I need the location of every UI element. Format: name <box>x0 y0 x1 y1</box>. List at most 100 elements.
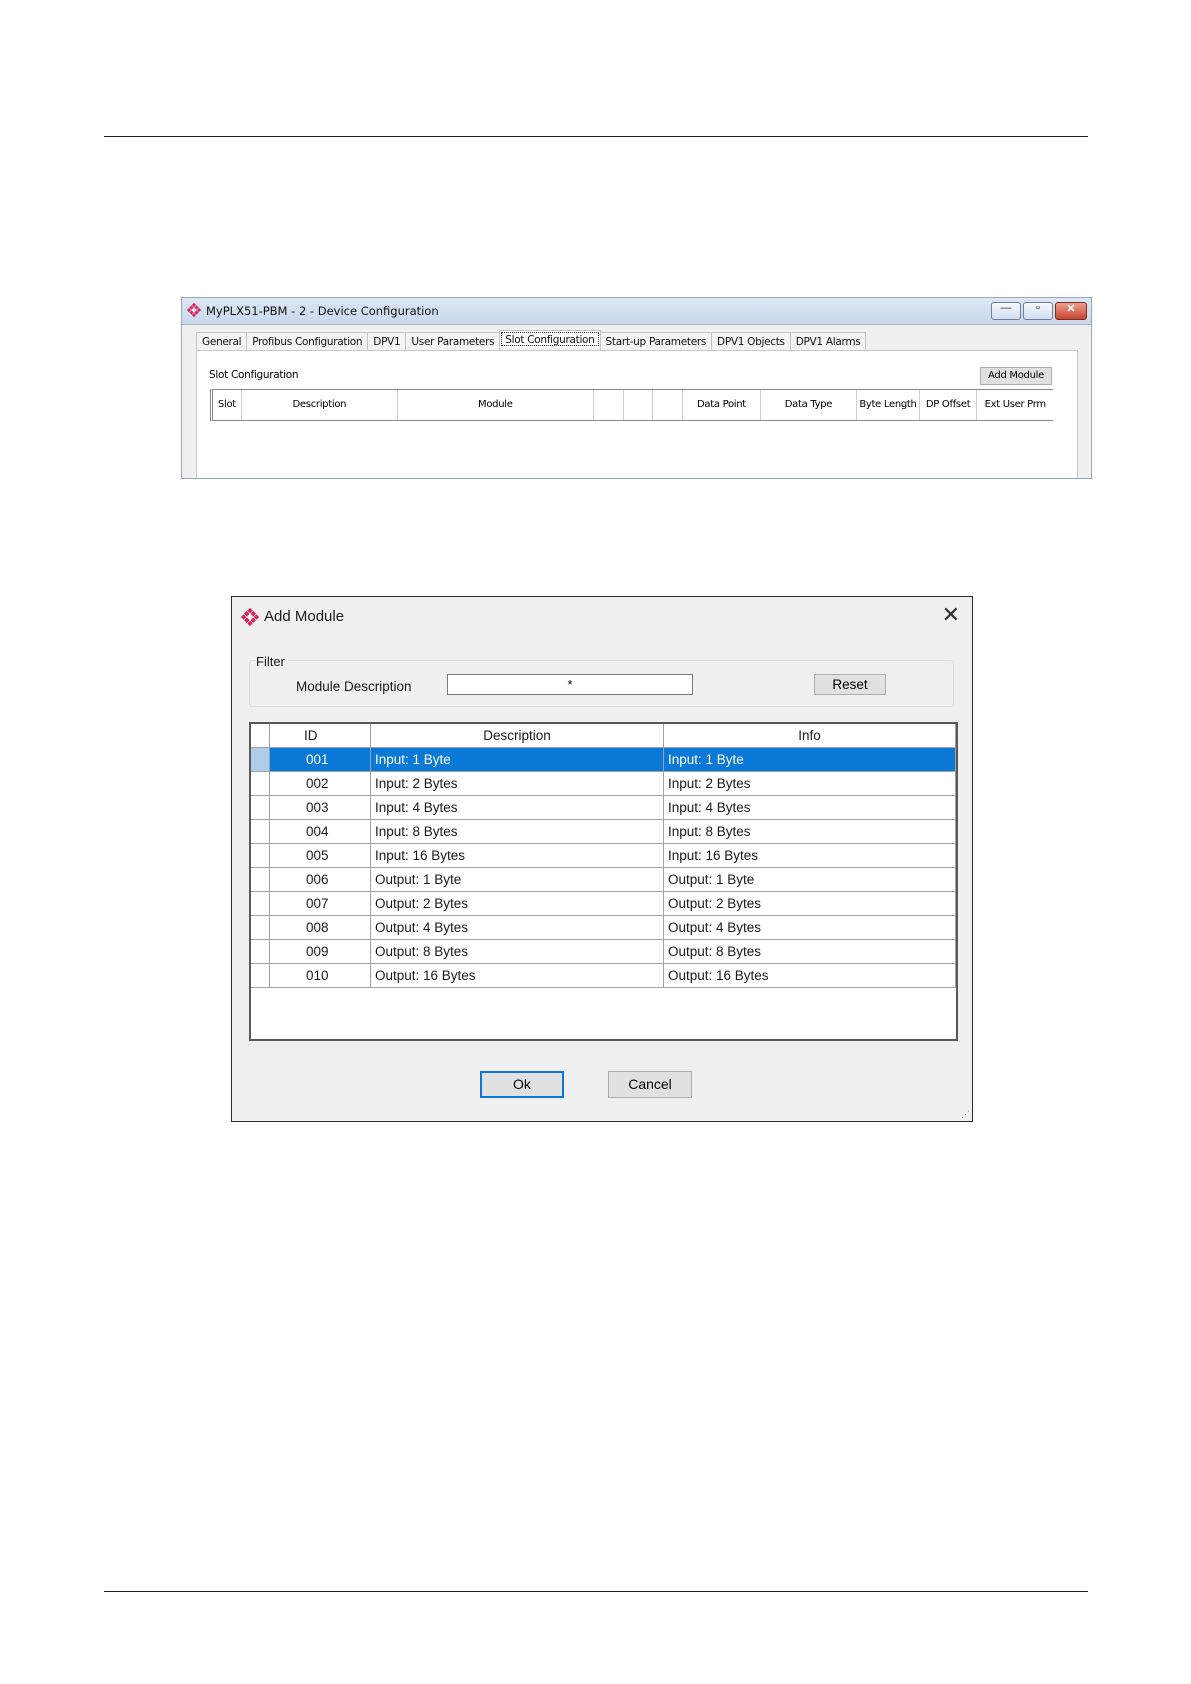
tab-start-up-parameters[interactable]: Start-up Parameters <box>599 332 713 350</box>
close-icon: ✕ <box>1066 303 1076 315</box>
module-grid: ID Description Info 001 Input: 1 Byte Inpu… <box>249 722 958 1041</box>
maximize-button[interactable]: ▫ <box>1023 302 1053 320</box>
cell-id[interactable]: 005 <box>270 844 371 867</box>
tab-dpv1-objects[interactable]: DPV1 Objects <box>711 332 791 350</box>
cell-description[interactable]: Output: 16 Bytes <box>371 964 664 987</box>
title-bar[interactable]: MyPLX51-PBM - 2 - Device Configuration —… <box>182 298 1091 325</box>
window-title: MyPLX51-PBM - 2 - Device Configuration <box>206 304 439 318</box>
column-description[interactable]: Description <box>242 390 398 420</box>
column-dp-offset[interactable]: DP Offset <box>920 390 978 420</box>
device-configuration-window: MyPLX51-PBM - 2 - Device Configuration —… <box>181 297 1092 479</box>
cell-id[interactable]: 008 <box>270 916 371 939</box>
cell-info[interactable]: Output: 4 Bytes <box>664 916 956 939</box>
cell-info[interactable]: Input: 2 Bytes <box>664 772 956 795</box>
tab-slot-configuration[interactable]: Slot Configuration <box>499 330 601 348</box>
cell-info[interactable]: Output: 2 Bytes <box>664 892 956 915</box>
tab-general[interactable]: General <box>196 332 248 350</box>
grid-corner[interactable] <box>251 724 270 747</box>
column-slot[interactable]: Slot <box>213 390 242 420</box>
filter-legend: Filter <box>256 654 288 669</box>
cell-description[interactable]: Input: 4 Bytes <box>371 796 664 819</box>
column-byte-length[interactable]: Byte Length <box>857 390 920 420</box>
cell-id[interactable]: 002 <box>270 772 371 795</box>
cell-id[interactable]: 009 <box>270 940 371 963</box>
column-id[interactable]: ID <box>270 724 371 747</box>
column-blank-1[interactable] <box>594 390 624 420</box>
row-header[interactable] <box>251 868 270 891</box>
row-header[interactable] <box>251 892 270 915</box>
close-button[interactable]: ✕ <box>1055 302 1087 320</box>
cell-description[interactable]: Output: 4 Bytes <box>371 916 664 939</box>
column-blank-2[interactable] <box>624 390 654 420</box>
column-ext-user-prm[interactable]: Ext User Prm <box>977 390 1053 420</box>
table-row[interactable]: 007 Output: 2 Bytes Output: 2 Bytes <box>251 892 956 916</box>
table-row[interactable]: 006 Output: 1 Byte Output: 1 Byte <box>251 868 956 892</box>
table-row[interactable]: 003 Input: 4 Bytes Input: 4 Bytes <box>251 796 956 820</box>
table-row[interactable]: 004 Input: 8 Bytes Input: 8 Bytes <box>251 820 956 844</box>
cell-description[interactable]: Input: 16 Bytes <box>371 844 664 867</box>
minimize-button[interactable]: — <box>991 302 1021 320</box>
cell-info[interactable]: Output: 1 Byte <box>664 868 956 891</box>
cell-info[interactable]: Input: 1 Byte <box>664 748 956 771</box>
cell-info[interactable]: Input: 4 Bytes <box>664 796 956 819</box>
add-module-button[interactable]: Add Module <box>980 367 1052 385</box>
cell-description[interactable]: Output: 2 Bytes <box>371 892 664 915</box>
row-header[interactable] <box>251 820 270 843</box>
table-row[interactable]: 008 Output: 4 Bytes Output: 4 Bytes <box>251 916 956 940</box>
cancel-button[interactable]: Cancel <box>608 1071 692 1098</box>
row-header[interactable] <box>251 748 270 771</box>
module-description-input[interactable] <box>447 674 693 695</box>
column-description[interactable]: Description <box>371 724 664 747</box>
tab-profibus-configuration[interactable]: Profibus Configuration <box>246 332 369 350</box>
ok-button[interactable]: Ok <box>480 1071 564 1098</box>
add-module-dialog: Add Module ✕ Filter Module Description R… <box>231 596 973 1122</box>
table-row[interactable]: 010 Output: 16 Bytes Output: 16 Bytes <box>251 964 956 988</box>
tab-dpv1-alarms[interactable]: DPV1 Alarms <box>789 332 867 350</box>
cell-id[interactable]: 010 <box>270 964 371 987</box>
table-row[interactable]: 005 Input: 16 Bytes Input: 16 Bytes <box>251 844 956 868</box>
column-info[interactable]: Info <box>664 724 956 747</box>
cell-info[interactable]: Input: 16 Bytes <box>664 844 956 867</box>
maximize-icon: ▫ <box>1036 302 1040 314</box>
slot-grid-header: Slot Description Module Data Point Data … <box>210 389 1053 421</box>
row-header[interactable] <box>251 772 270 795</box>
close-icon[interactable]: ✕ <box>942 602 960 628</box>
column-data-type[interactable]: Data Type <box>761 390 858 420</box>
cell-id[interactable]: 001 <box>270 748 371 771</box>
dialog-title: Add Module <box>264 608 345 625</box>
row-header[interactable] <box>251 940 270 963</box>
cell-description[interactable]: Input: 1 Byte <box>371 748 664 771</box>
grid-header-row: ID Description Info <box>251 724 956 748</box>
cell-id[interactable]: 006 <box>270 868 371 891</box>
cell-id[interactable]: 003 <box>270 796 371 819</box>
cell-id[interactable]: 007 <box>270 892 371 915</box>
tab-user-parameters[interactable]: User Parameters <box>405 332 501 350</box>
grid-rows: 001 Input: 1 Byte Input: 1 Byte 002 Input: 2… <box>251 748 956 988</box>
cell-description[interactable]: Input: 2 Bytes <box>371 772 664 795</box>
column-module[interactable]: Module <box>398 390 594 420</box>
cell-info[interactable]: Output: 8 Bytes <box>664 940 956 963</box>
cell-description[interactable]: Output: 1 Byte <box>371 868 664 891</box>
module-description-label: Module Description <box>296 679 412 694</box>
tab-dpv1[interactable]: DPV1 <box>367 332 407 350</box>
row-header[interactable] <box>251 964 270 987</box>
table-row[interactable]: 009 Output: 8 Bytes Output: 8 Bytes <box>251 940 956 964</box>
reset-button[interactable]: Reset <box>814 674 886 695</box>
column-data-point[interactable]: Data Point <box>683 390 761 420</box>
prosoft-logo-icon <box>187 303 201 317</box>
table-row[interactable]: 001 Input: 1 Byte Input: 1 Byte <box>251 748 956 772</box>
table-row[interactable]: 002 Input: 2 Bytes Input: 2 Bytes <box>251 772 956 796</box>
row-header[interactable] <box>251 916 270 939</box>
header-rule <box>104 136 1088 137</box>
footer-rule <box>104 1591 1088 1592</box>
resize-grip-icon[interactable]: ⋰ <box>961 1109 970 1120</box>
cell-info[interactable]: Input: 8 Bytes <box>664 820 956 843</box>
column-blank-3[interactable] <box>653 390 684 420</box>
row-header[interactable] <box>251 796 270 819</box>
cell-id[interactable]: 004 <box>270 820 371 843</box>
cell-description[interactable]: Input: 8 Bytes <box>371 820 664 843</box>
panel-label: Slot Configuration <box>209 369 299 381</box>
row-header[interactable] <box>251 844 270 867</box>
cell-description[interactable]: Output: 8 Bytes <box>371 940 664 963</box>
cell-info[interactable]: Output: 16 Bytes <box>664 964 956 987</box>
